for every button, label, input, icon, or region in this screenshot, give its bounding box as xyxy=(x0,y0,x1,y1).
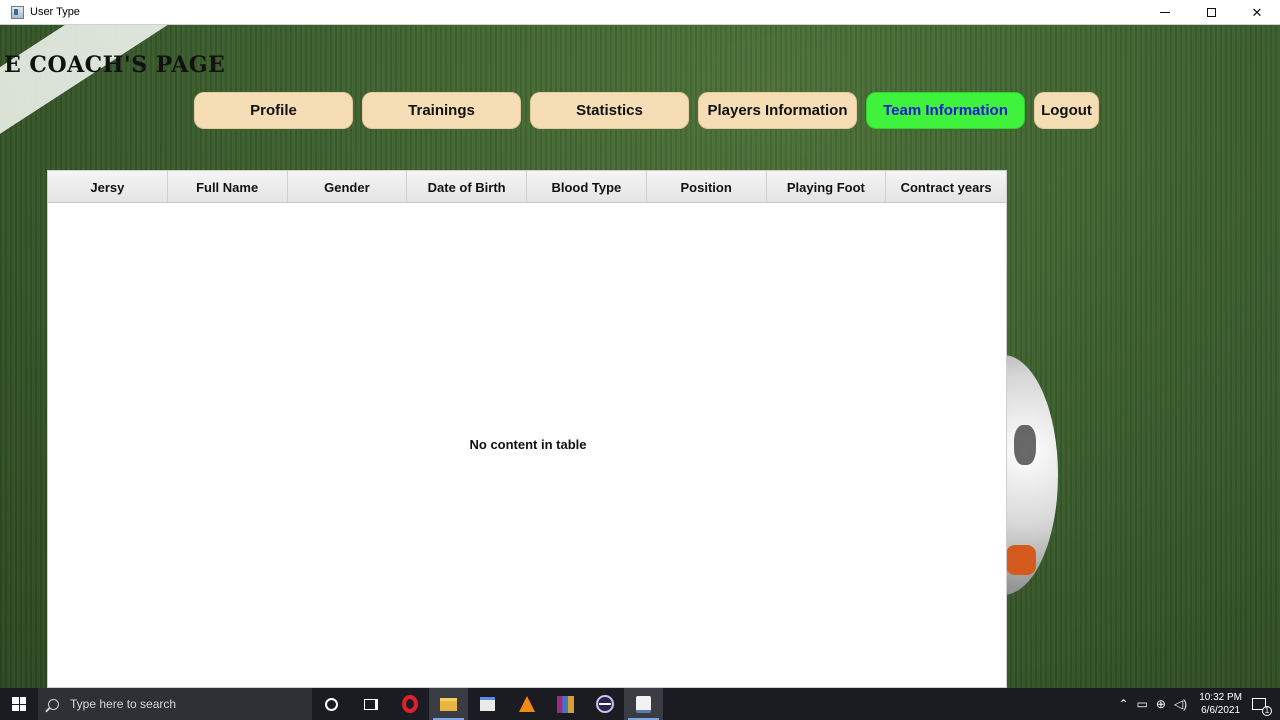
logout-button[interactable]: Logout xyxy=(1034,92,1099,129)
task-view-button[interactable] xyxy=(351,688,390,720)
taskbar-clock[interactable]: 10:32 PM 6/6/2021 xyxy=(1199,691,1242,717)
column-header-contract-years[interactable]: Contract years xyxy=(886,171,1006,203)
winrar-taskbar-button[interactable] xyxy=(546,688,585,720)
column-header-blood-type[interactable]: Blood Type xyxy=(527,171,647,203)
trainings-button[interactable]: Trainings xyxy=(362,92,521,129)
column-header-gender[interactable]: Gender xyxy=(288,171,408,203)
table-empty-message: No content in table xyxy=(469,437,587,452)
volume-icon[interactable]: ◁) xyxy=(1174,697,1187,711)
eclipse-taskbar-button[interactable] xyxy=(585,688,624,720)
maximize-icon xyxy=(1206,8,1216,17)
notification-center-icon[interactable]: 1 xyxy=(1252,698,1272,716)
close-button[interactable]: ✕ xyxy=(1234,0,1280,25)
store-taskbar-button[interactable] xyxy=(468,688,507,720)
search-icon xyxy=(48,698,59,710)
system-tray: ⌃ ▭ ⊕ ◁) 10:32 PM 6/6/2021 1 xyxy=(1114,688,1280,720)
opera-icon xyxy=(401,695,418,713)
column-header-jersy[interactable]: Jersy xyxy=(48,171,168,203)
table-header: Jersy Full Name Gender Date of Birth Blo… xyxy=(48,171,1006,203)
team-information-button[interactable]: Team Information xyxy=(866,92,1025,129)
eclipse-icon xyxy=(595,695,614,713)
cortana-button[interactable] xyxy=(312,688,351,720)
team-table[interactable]: Jersy Full Name Gender Date of Birth Blo… xyxy=(47,170,1007,688)
notification-count: 1 xyxy=(1262,706,1272,716)
clock-date: 6/6/2021 xyxy=(1201,705,1241,716)
close-icon: ✕ xyxy=(1251,4,1263,20)
app-window-icon xyxy=(11,5,24,19)
file-explorer-taskbar-button[interactable] xyxy=(429,688,468,720)
vlc-taskbar-button[interactable] xyxy=(507,688,546,720)
search-placeholder: Type here to search xyxy=(70,697,177,711)
column-header-playing-foot[interactable]: Playing Foot xyxy=(767,171,887,203)
profile-button[interactable]: Profile xyxy=(194,92,353,129)
opera-taskbar-button[interactable] xyxy=(390,688,429,720)
java-icon xyxy=(636,695,651,713)
page-title: E COACH'S PAGE xyxy=(4,52,226,78)
minimize-button[interactable] xyxy=(1142,0,1188,25)
network-icon[interactable]: ⊕ xyxy=(1156,697,1166,711)
store-icon xyxy=(480,697,495,711)
window-title: User Type xyxy=(30,6,80,18)
windows-logo-icon xyxy=(12,697,26,711)
window-titlebar: User Type ✕ xyxy=(0,0,1280,25)
task-view-icon xyxy=(363,698,378,710)
statistics-button[interactable]: Statistics xyxy=(530,92,689,129)
java-app-taskbar-button[interactable] xyxy=(624,688,663,720)
vlc-icon xyxy=(518,696,535,712)
start-button[interactable] xyxy=(0,688,38,720)
file-explorer-icon xyxy=(440,697,457,711)
column-header-full-name[interactable]: Full Name xyxy=(168,171,288,203)
column-header-position[interactable]: Position xyxy=(647,171,767,203)
column-header-date-of-birth[interactable]: Date of Birth xyxy=(407,171,527,203)
clock-time: 10:32 PM xyxy=(1199,692,1242,703)
taskbar-search-box[interactable]: Type here to search xyxy=(38,688,312,720)
cortana-icon xyxy=(325,697,338,711)
battery-icon[interactable]: ▭ xyxy=(1137,697,1148,711)
players-information-button[interactable]: Players Information xyxy=(698,92,857,129)
chevron-up-icon[interactable]: ⌃ xyxy=(1118,697,1128,711)
minimize-icon xyxy=(1160,12,1170,13)
taskbar: Type here to search ⌃ ▭ ⊕ ◁) 10:32 PM 6/… xyxy=(0,688,1280,720)
winrar-icon xyxy=(557,695,574,713)
maximize-button[interactable] xyxy=(1188,0,1234,25)
